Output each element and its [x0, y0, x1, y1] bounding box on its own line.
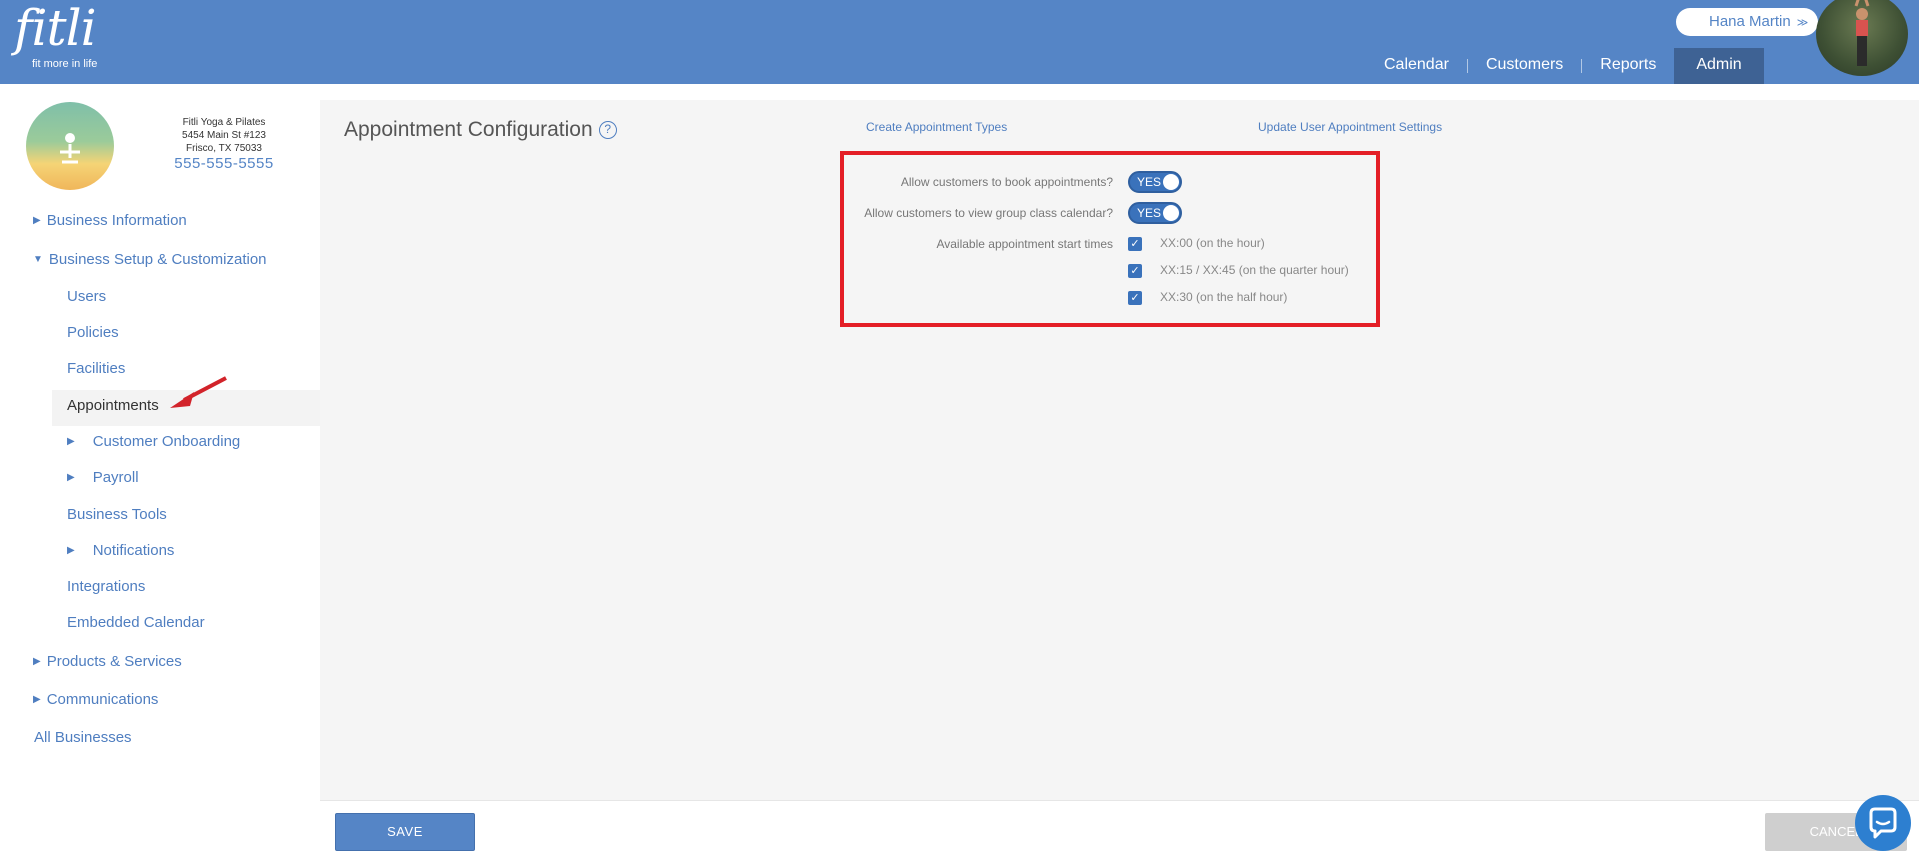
sidebar-item-payroll[interactable]: ▶ Payroll: [67, 469, 139, 486]
sidebar-item-business-information[interactable]: ▶ Business Information: [33, 212, 187, 229]
toggle-knob: [1163, 174, 1179, 190]
page-title-text: Appointment Configuration: [344, 118, 593, 141]
fitli-logo[interactable]: fitli fit more in life: [14, 0, 97, 70]
nav-reports[interactable]: Reports: [1582, 48, 1674, 84]
business-name: Fitli Yoga & Pilates: [182, 117, 266, 128]
checkbox-quarter-hour[interactable]: ✓: [1128, 264, 1142, 278]
nav-admin[interactable]: Admin: [1674, 48, 1764, 84]
view-calendar-toggle[interactable]: YES: [1128, 202, 1182, 224]
checkbox-half-hour[interactable]: ✓: [1128, 291, 1142, 305]
caret-right-icon: ▶: [33, 694, 41, 705]
nav-customers[interactable]: Customers: [1468, 48, 1581, 84]
logo-word: fitli: [14, 0, 97, 57]
top-bar: fitli fit more in life Hana Martin ≫ Cale…: [0, 0, 1919, 84]
sidebar-item-notifications[interactable]: ▶ Notifications: [67, 542, 174, 559]
business-address-line2: Frisco, TX 75033: [186, 143, 262, 154]
main-nav: Calendar Customers Reports Admin: [1366, 48, 1764, 84]
business-phone: 555-555-5555: [174, 155, 274, 172]
book-appointments-label: Allow customers to book appointments?: [900, 175, 1113, 189]
sidebar-item-all-businesses[interactable]: All Businesses: [34, 729, 132, 746]
chevron-down-icon: ≫: [1796, 17, 1809, 29]
sidebar-item-label: Products & Services: [46, 653, 182, 670]
sidebar-item-products-services[interactable]: ▶ Products & Services: [33, 653, 182, 670]
option-half-hour: XX:30 (on the half hour): [1160, 290, 1288, 304]
sidebar-item-integrations[interactable]: Integrations: [67, 578, 145, 595]
sidebar-item-users[interactable]: Users: [67, 288, 106, 305]
user-menu[interactable]: Hana Martin ≫: [1676, 8, 1818, 36]
footer-bar: [320, 800, 1919, 864]
start-times-label: Available appointment start times: [936, 237, 1113, 251]
book-appointments-toggle[interactable]: YES: [1128, 171, 1182, 193]
user-name: Hana Martin: [1709, 13, 1791, 30]
avatar-photo: [1854, 0, 1870, 66]
business-address-line1: 5454 Main St #123: [182, 130, 266, 141]
sidebar-item-label: Business Setup & Customization: [48, 251, 267, 268]
help-icon[interactable]: ?: [598, 121, 617, 139]
sidebar-item-business-tools[interactable]: Business Tools: [67, 506, 167, 523]
caret-down-icon: ▼: [33, 254, 43, 265]
sidebar: Fitli Yoga & Pilates 5454 Main St #123 F…: [0, 84, 320, 864]
toggle-state: YES: [1137, 175, 1162, 189]
toggle-state: YES: [1137, 206, 1162, 220]
nav-calendar[interactable]: Calendar: [1366, 48, 1467, 84]
toggle-knob: [1163, 205, 1179, 221]
option-quarter-hour: XX:15 / XX:45 (on the quarter hour): [1160, 263, 1349, 277]
caret-right-icon: ▶: [33, 656, 41, 667]
avatar[interactable]: [1816, 0, 1908, 76]
sidebar-item-business-setup[interactable]: ▼ Business Setup & Customization: [33, 251, 267, 268]
sidebar-item-customer-onboarding[interactable]: ▶ Customer Onboarding: [67, 433, 240, 450]
view-calendar-label: Allow customers to view group class cale…: [864, 206, 1113, 220]
sidebar-item-facilities[interactable]: Facilities: [67, 360, 125, 377]
sidebar-item-embedded-calendar[interactable]: Embedded Calendar: [67, 614, 205, 631]
sidebar-item-label: Payroll: [92, 469, 139, 486]
sidebar-item-label: Communications: [46, 691, 159, 708]
checkbox-on-the-hour[interactable]: ✓: [1128, 237, 1142, 251]
sidebar-item-policies[interactable]: Policies: [67, 324, 119, 341]
business-logo: [26, 102, 114, 190]
chat-button[interactable]: [1855, 795, 1911, 851]
sidebar-item-appointments[interactable]: Appointments: [67, 397, 159, 414]
sidebar-item-communications[interactable]: ▶ Communications: [33, 691, 158, 708]
caret-right-icon: ▶: [33, 215, 41, 226]
business-info: Fitli Yoga & Pilates 5454 Main St #123 F…: [150, 116, 298, 172]
chat-icon: [1869, 807, 1897, 839]
yoga-logo-graphic: [60, 133, 80, 164]
page-title: Appointment Configuration ?: [344, 118, 617, 142]
caret-right-icon: ▶: [67, 472, 75, 483]
create-appointment-types-link[interactable]: Create Appointment Types: [866, 120, 1007, 134]
red-arrow-annotation: [170, 376, 227, 408]
sidebar-item-label: Customer Onboarding: [92, 433, 241, 450]
update-user-appointment-settings-link[interactable]: Update User Appointment Settings: [1258, 120, 1442, 134]
logo-tagline: fit more in life: [32, 58, 98, 70]
save-button[interactable]: SAVE: [335, 813, 475, 851]
caret-right-icon: ▶: [67, 436, 75, 447]
option-on-the-hour: XX:00 (on the hour): [1160, 236, 1265, 250]
sidebar-item-label: Notifications: [92, 542, 175, 559]
caret-right-icon: ▶: [67, 545, 75, 556]
sidebar-item-label: Business Information: [46, 212, 187, 229]
